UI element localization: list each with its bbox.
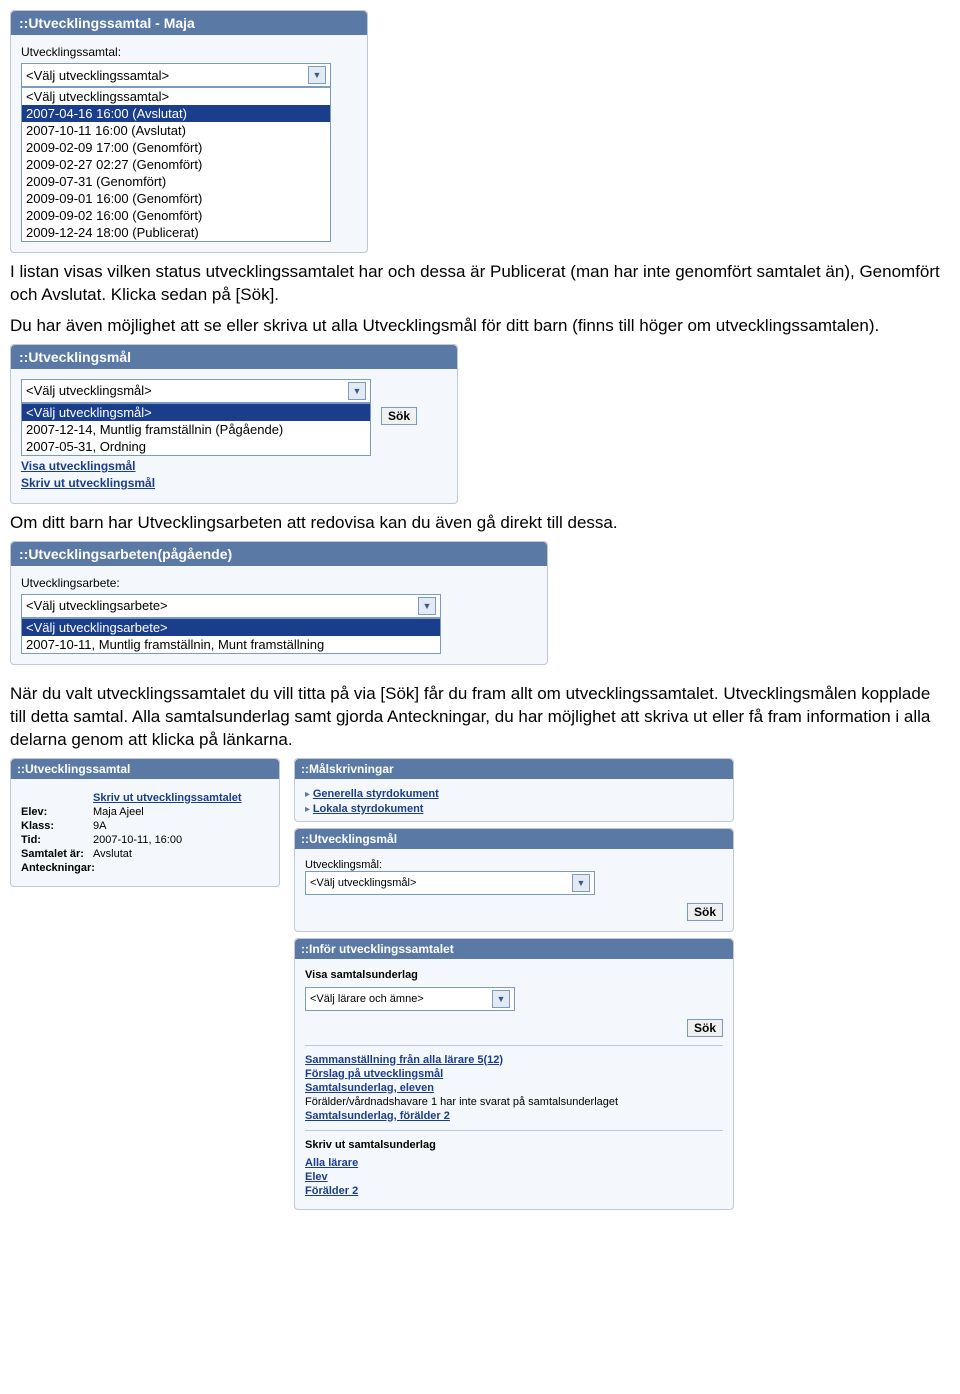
select-value: <Välj utvecklingsmål> xyxy=(26,383,152,398)
panel-title: ::Utvecklingsmål xyxy=(11,345,457,369)
select-utvecklingsarbete[interactable]: <Välj utvecklingsarbete> ▼ xyxy=(21,594,441,618)
select-larare-amne[interactable]: <Välj lärare och ämne> ▼ xyxy=(305,987,515,1011)
panel-title: ::Utvecklingsmål xyxy=(295,829,733,849)
panel-utvecklingsmal: ::Utvecklingsmål <Välj utvecklingsmål> ▼… xyxy=(10,344,458,504)
panel-infor-samtal: ::Inför utvecklingssamtalet Visa samtals… xyxy=(294,938,734,1210)
option[interactable]: 2009-02-09 17:00 (Genomfört) xyxy=(22,139,330,156)
select-value: <Välj utvecklingssamtal> xyxy=(26,68,169,83)
select-label: Utvecklingsmål: xyxy=(305,859,723,871)
select-value: <Välj lärare och ämne> xyxy=(310,993,424,1005)
panel-samtal-detail: ::Utvecklingssamtal Skriv ut utvecklings… xyxy=(10,758,280,887)
link-lokala[interactable]: Lokala styrdokument xyxy=(313,803,424,815)
panel-utvecklingsmal-detail: ::Utvecklingsmål Utvecklingsmål: <Välj u… xyxy=(294,828,734,932)
option[interactable]: 2009-07-31 (Genomfört) xyxy=(22,173,330,190)
option[interactable]: 2009-02-27 02:27 (Genomfört) xyxy=(22,156,330,173)
select-utvecklingsmal-detail[interactable]: <Välj utvecklingsmål> ▼ xyxy=(305,871,595,895)
search-button[interactable]: Sök xyxy=(687,1019,723,1037)
option[interactable]: <Välj utvecklingsarbete> xyxy=(22,619,440,636)
paragraph: Om ditt barn har Utvecklingsarbeten att … xyxy=(10,512,950,535)
link-alla-larare[interactable]: Alla lärare xyxy=(305,1157,723,1169)
link-skriv-ut-utvecklingsmal[interactable]: Skriv ut utvecklingsmål xyxy=(21,476,447,490)
search-button[interactable]: Sök xyxy=(687,903,723,921)
select-label: Utvecklingsarbete: xyxy=(21,576,537,590)
select-value: <Välj utvecklingsmål> xyxy=(310,877,416,889)
meta-key: Samtalet är: xyxy=(21,848,93,860)
link-visa-utvecklingsmal[interactable]: Visa utvecklingsmål xyxy=(21,459,447,473)
note-text: Förälder/vårdnadshavare 1 har inte svara… xyxy=(305,1096,723,1108)
meta-val: Maja Ajeel xyxy=(93,806,144,818)
select-utvecklingsmal[interactable]: <Välj utvecklingsmål> ▼ xyxy=(21,379,371,403)
option[interactable]: 2009-09-01 16:00 (Genomfört) xyxy=(22,190,330,207)
panel-title: ::Utvecklingsarbeten(pågående) xyxy=(11,542,547,566)
meta-key: Klass: xyxy=(21,820,93,832)
option[interactable]: 2009-09-02 16:00 (Genomfört) xyxy=(22,207,330,224)
panel-utvecklingssamtal: ::Utvecklingssamtal - Maja Utvecklingssa… xyxy=(10,10,368,253)
meta-val: 9A xyxy=(93,820,106,832)
panel-utvecklingsarbeten: ::Utvecklingsarbeten(pågående) Utvecklin… xyxy=(10,541,548,665)
paragraph: När du valt utvecklingssamtalet du vill … xyxy=(10,683,950,752)
chevron-down-icon: ▼ xyxy=(572,874,590,892)
option[interactable]: <Välj utvecklingsmål> xyxy=(22,404,370,421)
link-foralder2[interactable]: Förälder 2 xyxy=(305,1185,723,1197)
option[interactable]: 2007-10-11, Muntlig framställnin, Munt f… xyxy=(22,636,440,653)
panel-title: ::Utvecklingssamtal - Maja xyxy=(11,11,367,35)
meta-val: 2007-10-11, 16:00 xyxy=(93,834,182,846)
meta-key: Tid: xyxy=(21,834,93,846)
chevron-down-icon: ▼ xyxy=(418,597,436,615)
paragraph: I listan visas vilken status utvecklings… xyxy=(10,261,950,307)
panel-title: ::Målskrivningar xyxy=(295,759,733,779)
meta-val: Avslutat xyxy=(93,848,132,860)
panel-malskrivningar: ::Målskrivningar Generella styrdokument … xyxy=(294,758,734,822)
dropdown-options[interactable]: <Välj utvecklingsmål> 2007-12-14, Muntli… xyxy=(21,403,371,456)
dropdown-options[interactable]: <Välj utvecklingsarbete> 2007-10-11, Mun… xyxy=(21,618,441,654)
link-samtalsunderlag-foralder[interactable]: Samtalsunderlag, förälder 2 xyxy=(305,1110,723,1122)
select-utvecklingssamtal[interactable]: <Välj utvecklingssamtal> ▼ xyxy=(21,63,331,87)
meta-key: Anteckningar: xyxy=(21,862,93,874)
option[interactable]: 2007-05-31, Ordning xyxy=(22,438,370,455)
select-label: Utvecklingssamtal: xyxy=(21,45,357,59)
chevron-down-icon: ▼ xyxy=(348,382,366,400)
detail-layout: ::Utvecklingssamtal Skriv ut utvecklings… xyxy=(10,758,950,1216)
paragraph: Du har även möjlighet att se eller skriv… xyxy=(10,315,950,338)
panel-title: ::Inför utvecklingssamtalet xyxy=(295,939,733,959)
option[interactable]: 2007-04-16 16:00 (Avslutat) xyxy=(22,105,330,122)
link-generella[interactable]: Generella styrdokument xyxy=(313,788,439,800)
search-button[interactable]: Sök xyxy=(381,407,417,425)
link-skriv-ut-samtal[interactable]: Skriv ut utvecklingssamtalet xyxy=(93,792,242,804)
option[interactable]: <Välj utvecklingssamtal> xyxy=(22,88,330,105)
link-elev[interactable]: Elev xyxy=(305,1171,723,1183)
chevron-down-icon: ▼ xyxy=(308,66,326,84)
panel-title: ::Utvecklingssamtal xyxy=(11,759,279,779)
select-value: <Välj utvecklingsarbete> xyxy=(26,598,168,613)
option[interactable]: 2007-10-11 16:00 (Avslutat) xyxy=(22,122,330,139)
section-label: Skriv ut samtalsunderlag xyxy=(305,1139,723,1151)
chevron-down-icon: ▼ xyxy=(492,990,510,1008)
dropdown-options[interactable]: <Välj utvecklingssamtal> 2007-04-16 16:0… xyxy=(21,87,331,242)
option[interactable]: 2007-12-14, Muntlig framställnin (Pågåen… xyxy=(22,421,370,438)
link-forslag[interactable]: Förslag på utvecklingsmål xyxy=(305,1068,723,1080)
link-sammanstallning[interactable]: Sammanställning från alla lärare 5(12) xyxy=(305,1054,723,1066)
link-samtalsunderlag-elev[interactable]: Samtalsunderlag, eleven xyxy=(305,1082,723,1094)
meta-key: Elev: xyxy=(21,806,93,818)
option[interactable]: 2009-12-24 18:00 (Publicerat) xyxy=(22,224,330,241)
section-label: Visa samtalsunderlag xyxy=(305,969,723,981)
